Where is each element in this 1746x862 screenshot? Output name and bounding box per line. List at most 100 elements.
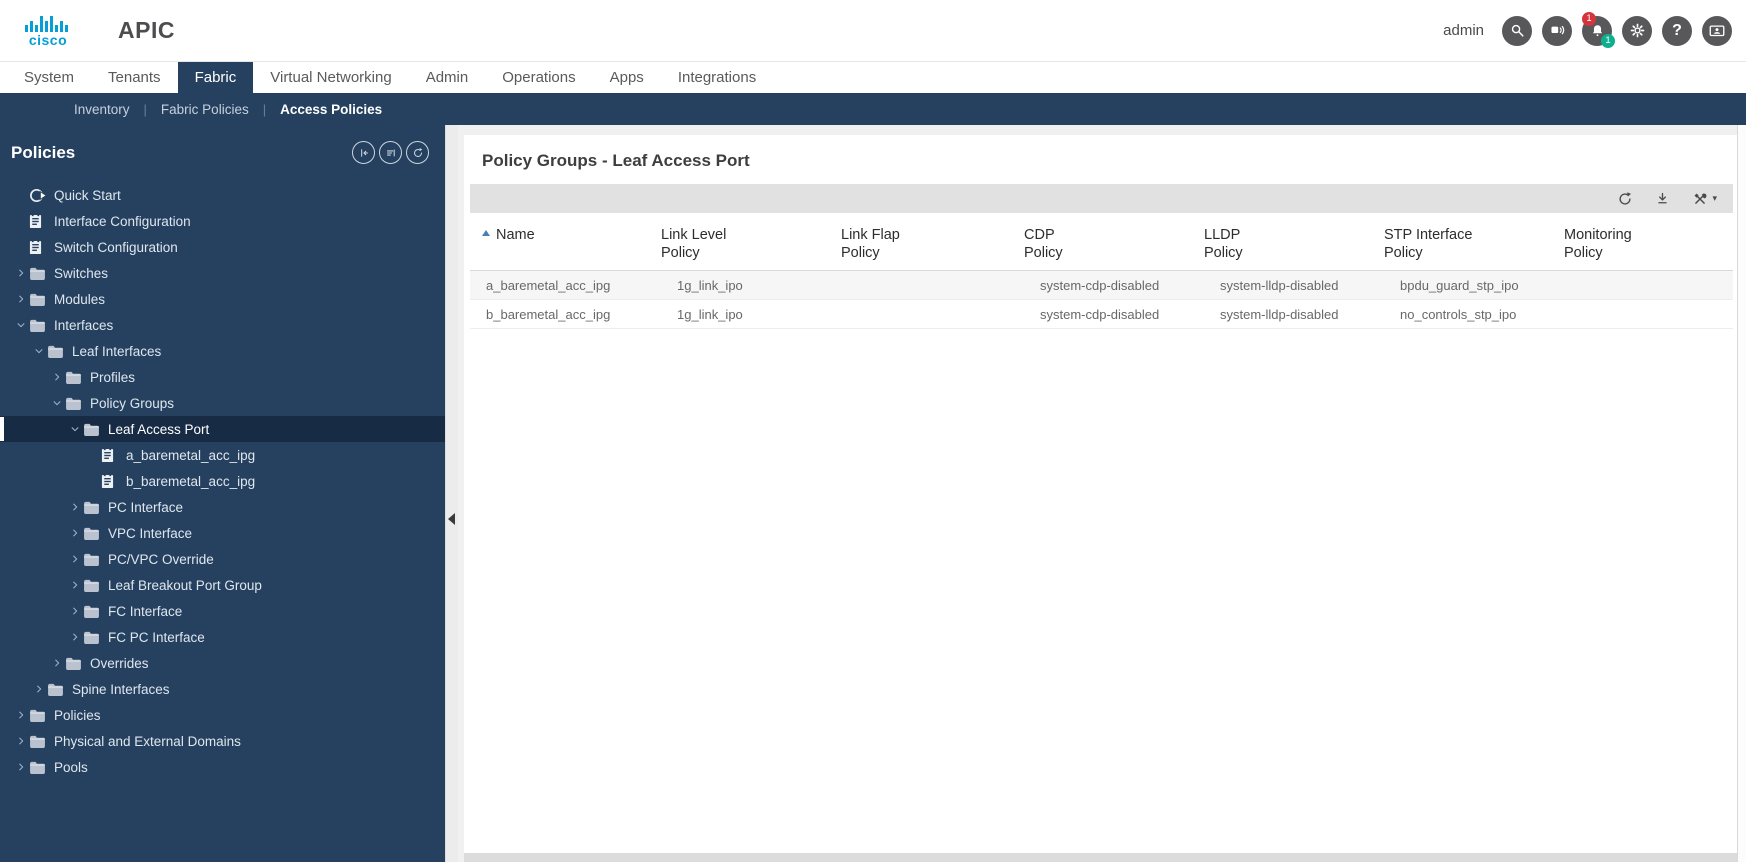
tree-item-physical-and-external-domains[interactable]: Physical and External Domains [0,728,445,754]
tree-item-leaf-interfaces[interactable]: Leaf Interfaces [0,338,445,364]
tree-caret[interactable] [66,554,83,564]
user-menu[interactable]: admin [1443,22,1484,39]
tree-caret[interactable] [30,684,47,694]
chevron-right-icon [72,581,77,589]
help-button[interactable]: ? [1662,15,1692,46]
policy-groups-table: Name Link Level Policy Link Flap Policy CDP Po… [470,219,1733,330]
tree-caret[interactable] [48,658,65,668]
horizontal-scrollbar[interactable] [464,853,1737,862]
table-cell: b_baremetal_acc_ipg [470,299,661,330]
vertical-scrollbar[interactable] [1737,125,1746,862]
folder-icon-wrap [83,553,102,566]
column-header-link-flap[interactable]: Link Flap Policy [841,219,1024,272]
tab-admin[interactable]: Admin [409,62,486,93]
chevron-right-icon [54,373,59,381]
tree-item-label: Quick Start [54,187,121,203]
subnav-item-access-policies[interactable]: Access Policies [266,102,396,117]
folder-icon-wrap [83,423,102,436]
tree-item-profiles[interactable]: Profiles [0,364,445,390]
column-header-monitoring[interactable]: Monitoring Policy [1564,219,1733,272]
sidebar-collapse-handle[interactable] [448,513,455,525]
tree-caret[interactable] [66,580,83,590]
tree-item-b-baremetal-acc-ipg[interactable]: b_baremetal_acc_ipg [0,468,445,494]
table-refresh-button[interactable] [1616,190,1634,208]
tree-item-fc-pc-interface[interactable]: FC PC Interface [0,624,445,650]
tree-caret[interactable] [66,606,83,616]
folder-icon-wrap [65,371,84,384]
tree-filter-button[interactable] [379,141,402,164]
tree-caret[interactable] [66,528,83,538]
tree-item-label: FC Interface [108,603,183,619]
column-header-name[interactable]: Name [470,219,661,272]
tree-item-policy-groups[interactable]: Policy Groups [0,390,445,416]
collapse-all-button[interactable] [352,141,375,164]
notifications-button[interactable]: 1 1 [1582,11,1615,48]
chevron-right-icon [18,269,23,277]
column-header-cdp[interactable]: CDP Policy [1024,219,1204,272]
tree-item-label: Policy Groups [90,395,175,411]
tree-item-label: Switch Configuration [54,239,178,255]
tree-item-quick-start[interactable]: Quick Start [0,182,445,208]
tree-refresh-button[interactable] [406,141,429,164]
document-icon [29,214,42,228]
table-row[interactable]: a_baremetal_acc_ipg 1g_link_ipo system-cdp… [470,270,1733,301]
column-label: LLDP [1204,227,1241,243]
cisco-logo: cisco [22,14,74,47]
tree-item-switches[interactable]: Switches [0,260,445,286]
tree-item-pc-interface[interactable]: PC Interface [0,494,445,520]
column-label: Policy [1564,245,1603,262]
table-actions-button[interactable]: ▾ [1691,190,1717,208]
tab-fabric[interactable]: Fabric [177,62,254,93]
column-header-lldp[interactable]: LLDP Policy [1204,219,1384,272]
tab-integrations[interactable]: Integrations [661,62,773,93]
tree-caret[interactable] [66,424,83,434]
tree-item-switch-configuration[interactable]: Switch Configuration [0,234,445,260]
column-header-link-level[interactable]: Link Level Policy [661,219,841,272]
tree-item-a-baremetal-acc-ipg[interactable]: a_baremetal_acc_ipg [0,442,445,468]
column-label: Policy [1384,245,1423,262]
tab-virtual-networking[interactable]: Virtual Networking [253,62,408,93]
tree-caret[interactable] [66,502,83,512]
tab-operations[interactable]: Operations [485,62,592,93]
tree-item-interfaces[interactable]: Interfaces [0,312,445,338]
column-header-stp-interface[interactable]: STP Interface Policy [1384,219,1564,272]
tree-item-interface-configuration[interactable]: Interface Configuration [0,208,445,234]
tree-item-pc-vpc-override[interactable]: PC/VPC Override [0,546,445,572]
tree-caret[interactable] [12,294,29,304]
table-row[interactable]: b_baremetal_acc_ipg 1g_link_ipo system-cdp… [470,299,1733,330]
tree-caret[interactable] [12,736,29,746]
tree-item-leaf-breakout-port-group[interactable]: Leaf Breakout Port Group [0,572,445,598]
table-cell: bpdu_guard_stp_ipo [1384,270,1564,301]
tree-caret[interactable] [12,268,29,278]
tree-item-overrides[interactable]: Overrides [0,650,445,676]
collapse-all-icon [360,148,368,157]
column-label: Monitoring [1564,227,1632,243]
tree-item-fc-interface[interactable]: FC Interface [0,598,445,624]
tab-tenants[interactable]: Tenants [91,62,178,93]
tree-caret[interactable] [12,710,29,720]
folder-icon-wrap [29,319,48,332]
tree-item-pools[interactable]: Pools [0,754,445,780]
tree-item-modules[interactable]: Modules [0,286,445,312]
system-tools-button[interactable] [1702,15,1732,46]
search-button[interactable] [1502,15,1532,46]
tree-item-vpc-interface[interactable]: VPC Interface [0,520,445,546]
settings-button[interactable] [1622,15,1652,46]
subnav-item-fabric-policies[interactable]: Fabric Policies [147,102,263,117]
subnav-item-inventory[interactable]: Inventory [60,102,144,117]
table-download-button[interactable] [1654,190,1671,207]
tree-item-policies[interactable]: Policies [0,702,445,728]
sidebar-splitter[interactable] [445,125,458,862]
tree-caret[interactable] [12,762,29,772]
tree-caret[interactable] [66,632,83,642]
tree-caret[interactable] [30,346,47,356]
tree-item-spine-interfaces[interactable]: Spine Interfaces [0,676,445,702]
tree-caret[interactable] [48,398,65,408]
tree-caret[interactable] [12,320,29,330]
chevron-right-icon [54,659,59,667]
walkthrough-button[interactable] [1542,15,1572,46]
tree-caret[interactable] [48,372,65,382]
tab-apps[interactable]: Apps [593,62,661,93]
tree-item-leaf-access-port[interactable]: Leaf Access Port [0,416,445,442]
tab-system[interactable]: System [7,62,91,93]
